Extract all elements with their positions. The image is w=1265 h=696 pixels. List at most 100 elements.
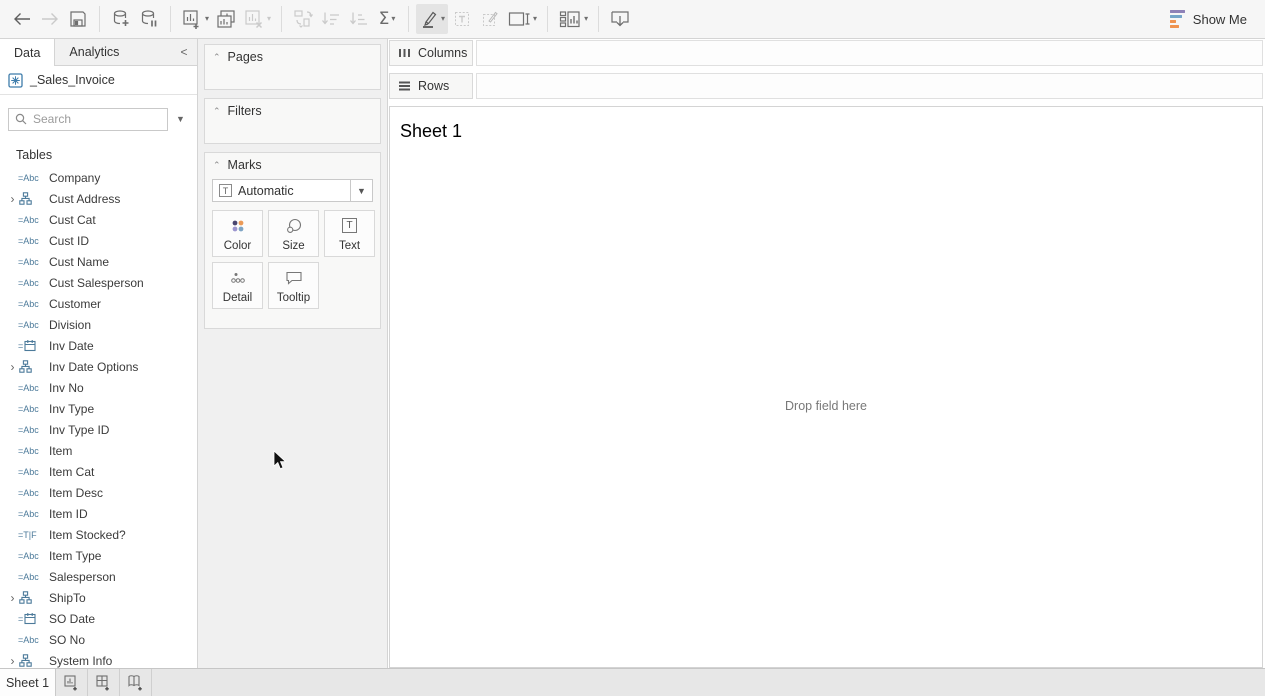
field-row[interactable]: › Inv Date Options [0,356,197,377]
field-row[interactable]: =Abc Cust Name [0,251,197,272]
size-button[interactable]: Size [268,210,319,257]
field-row[interactable]: =Abc Item ID [0,503,197,524]
field-label: Division [49,318,91,332]
field-row[interactable]: =Abc Cust Salesperson [0,272,197,293]
dropdown-caret[interactable]: ▾ [533,15,537,23]
field-row[interactable]: =Abc Salesperson [0,566,197,587]
field-row[interactable]: =Abc Item Desc [0,482,197,503]
field-row[interactable]: =Abc Customer [0,293,197,314]
datasource-row[interactable]: _Sales_Invoice [0,66,197,95]
field-type-icon: = [18,612,49,625]
color-button[interactable]: Color [212,210,263,257]
expand-icon[interactable]: › [7,591,18,605]
show-hide-cards-icon[interactable]: ▾ [555,4,591,34]
back-icon[interactable] [8,4,36,34]
field-row[interactable]: =Abc Item [0,440,197,461]
field-type-icon: =Abc [18,635,49,645]
field-row[interactable]: › Cust Address [0,188,197,209]
field-row[interactable]: =T|F Item Stocked? [0,524,197,545]
field-label: System Info [49,654,112,668]
swap-rows-columns-icon[interactable] [289,4,317,34]
expand-icon[interactable]: › [7,654,18,668]
pause-auto-updates-icon[interactable] [135,4,163,34]
tab-analytics[interactable]: Analytics [55,39,171,66]
new-story-tab-button[interactable] [120,669,152,696]
field-row[interactable]: =Abc Division [0,314,197,335]
presentation-mode-icon[interactable] [606,4,634,34]
field-row[interactable]: =Abc Inv Type ID [0,419,197,440]
rows-shelf[interactable] [476,73,1263,99]
collapse-chevron-icon[interactable]: ⌃ [213,106,221,117]
field-row[interactable]: =Abc Inv No [0,377,197,398]
field-type-icon: =Abc [18,425,49,435]
columns-shelf[interactable] [476,40,1263,66]
save-icon[interactable] [64,4,92,34]
dropdown-caret[interactable]: ▾ [205,15,209,23]
text-button[interactable]: T Text [324,210,375,257]
new-worksheet-tab-button[interactable] [56,669,88,696]
field-type-icon [18,591,49,604]
sheet-title[interactable]: Sheet 1 [400,121,462,142]
detail-label: Detail [223,292,252,304]
new-worksheet-icon[interactable]: ▾ [178,4,212,34]
search-input[interactable] [33,112,143,126]
field-row[interactable]: =Abc Cust Cat [0,209,197,230]
pages-shelf[interactable]: ⌃ Pages [204,44,381,90]
format-annotations-icon[interactable] [476,4,504,34]
fit-icon[interactable]: ▾ [504,4,540,34]
dropdown-caret[interactable]: ▾ [391,15,395,23]
search-options-caret[interactable]: ▼ [176,114,185,124]
field-row[interactable]: = Inv Date [0,335,197,356]
collapse-panel-button[interactable]: < [171,39,197,66]
dropdown-caret[interactable]: ▾ [441,15,445,23]
search-box[interactable] [8,108,168,131]
forward-icon[interactable] [36,4,64,34]
field-row[interactable]: = SO Date [0,608,197,629]
duplicate-icon[interactable] [212,4,240,34]
show-mark-labels-icon[interactable] [448,4,476,34]
field-row[interactable]: › System Info [0,650,197,668]
field-row[interactable]: =Abc Cust ID [0,230,197,251]
sheet-tab[interactable]: Sheet 1 [0,669,56,696]
mark-type-dropdown[interactable]: T Automatic ▼ [212,179,373,202]
expand-icon[interactable]: › [7,192,18,206]
data-panel: Data Analytics < _Sales_Invoice ▼ Tables… [0,39,198,668]
field-row[interactable]: =Abc Inv Type [0,398,197,419]
field-label: Cust Name [49,255,109,269]
filters-shelf[interactable]: ⌃ Filters [204,98,381,144]
show-me-button[interactable]: Show Me [1160,6,1257,32]
field-type-icon: =Abc [18,572,49,582]
collapse-chevron-icon[interactable]: ⌃ [213,52,221,63]
field-label: ShipTo [49,591,86,605]
field-type-icon: = [18,339,49,352]
field-type-icon: =Abc [18,215,49,225]
sheet-view[interactable]: Sheet 1 Drop field here [389,106,1263,668]
field-row[interactable]: =Abc Company [0,167,197,188]
new-data-source-icon[interactable] [107,4,135,34]
marks-card: ⌃ Marks T Automatic ▼ Color [204,152,381,329]
mark-type-caret[interactable]: ▼ [350,180,372,201]
field-row[interactable]: › ShipTo [0,587,197,608]
field-label: Cust ID [49,234,89,248]
sort-descending-icon[interactable] [345,4,373,34]
tab-data[interactable]: Data [0,39,55,66]
field-row[interactable]: =Abc Item Type [0,545,197,566]
totals-icon[interactable]: Σ ▾ [373,4,401,34]
detail-button[interactable]: Detail [212,262,263,309]
clear-sheet-icon[interactable]: ▾ [240,4,274,34]
statusbar: Sheet 1 [0,668,1265,696]
collapse-chevron-icon[interactable]: ⌃ [213,160,221,171]
field-row[interactable]: =Abc Item Cat [0,461,197,482]
dropdown-caret[interactable]: ▾ [584,15,588,23]
expand-icon[interactable]: › [7,360,18,374]
datasource-icon [8,73,23,88]
toolbar-separator [281,6,282,32]
field-type-icon: =Abc [18,236,49,246]
field-row[interactable]: =Abc SO No [0,629,197,650]
toolbar-separator [408,6,409,32]
new-dashboard-tab-button[interactable] [88,669,120,696]
highlight-icon[interactable]: ▾ [416,4,448,34]
field-label: Inv Date [49,339,94,353]
sort-ascending-icon[interactable] [317,4,345,34]
tooltip-button[interactable]: Tooltip [268,262,319,309]
